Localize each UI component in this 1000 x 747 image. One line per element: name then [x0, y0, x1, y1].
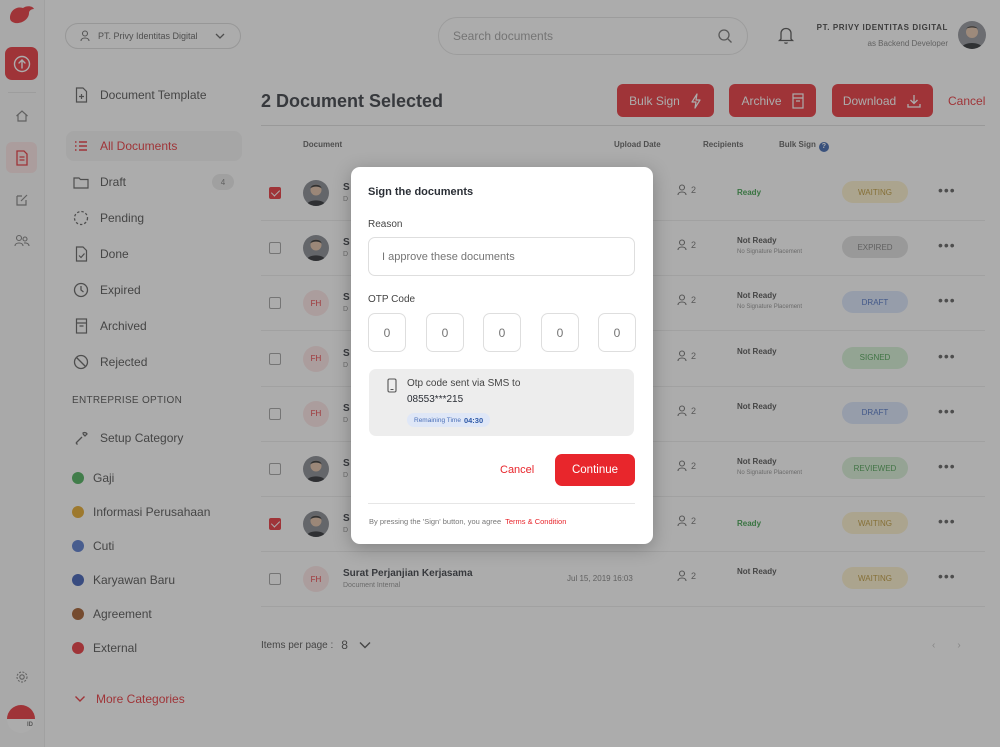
terms-notice: By pressing the 'Sign' button, you agree… — [369, 517, 566, 526]
otp-digit-2[interactable] — [426, 313, 464, 352]
otp-label: OTP Code — [368, 294, 416, 305]
reason-label: Reason — [368, 219, 403, 230]
remaining-time-badge: Remaining Time 04:30 — [407, 413, 491, 427]
reason-input[interactable] — [368, 237, 635, 276]
terms-notice-text: By pressing the 'Sign' button, you agree — [369, 517, 502, 526]
remaining-time-value: 04:30 — [463, 415, 484, 425]
otp-digit-5[interactable] — [598, 313, 636, 352]
cancel-button[interactable]: Cancel — [500, 464, 534, 476]
terms-link[interactable]: Terms & Condition — [505, 517, 566, 526]
continue-button[interactable]: Continue — [555, 454, 635, 486]
phone-icon — [387, 378, 397, 393]
phone-number: 08553***215 — [407, 394, 464, 405]
otp-digit-4[interactable] — [541, 313, 579, 352]
remaining-time-label: Remaining Time — [414, 416, 461, 424]
otp-digit-3[interactable] — [483, 313, 521, 352]
dialog-divider — [368, 503, 635, 504]
otp-info-box: Otp code sent via SMS to 08553***215 Rem… — [369, 369, 634, 436]
sms-sent-text: Otp code sent via SMS to — [407, 378, 521, 389]
otp-digit-1[interactable] — [368, 313, 406, 352]
dialog-title: Sign the documents — [368, 186, 474, 198]
sign-documents-dialog: Sign the documents Reason OTP Code Otp c… — [351, 167, 653, 544]
